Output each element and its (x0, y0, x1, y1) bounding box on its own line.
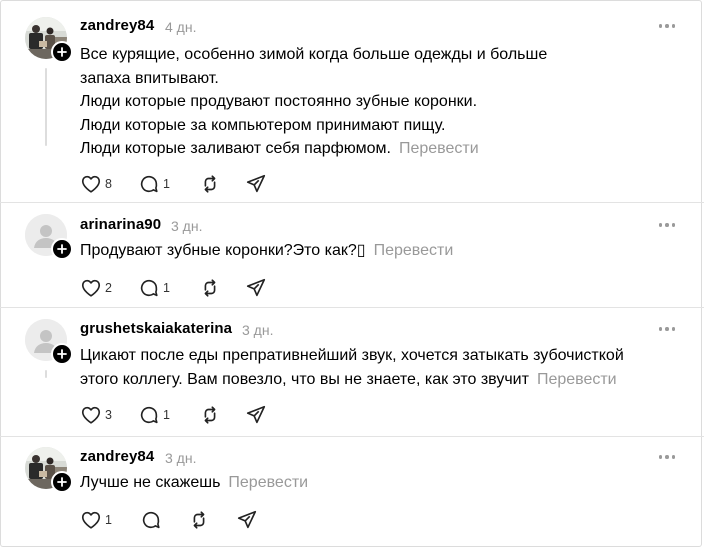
reply-count: 1 (163, 281, 170, 295)
repost-icon (193, 511, 205, 529)
text-line: Лучше не скажешь (80, 474, 221, 491)
heart-icon (81, 279, 101, 297)
text-line: запаха впитывают. (80, 69, 219, 87)
repost-icon (204, 279, 216, 297)
heart-icon (81, 175, 101, 193)
share-button[interactable] (236, 508, 258, 532)
repost-icon (204, 406, 216, 424)
reply-button[interactable]: 1 (138, 172, 170, 196)
post-2: arinarina90 3 дн. Продувают зубные корон… (0, 203, 704, 306)
send-icon (237, 510, 257, 529)
share-button[interactable] (245, 276, 267, 300)
username[interactable]: zandrey84 (80, 17, 154, 34)
like-button[interactable]: 2 (80, 276, 112, 300)
repost-button[interactable] (199, 276, 221, 300)
text-line: Продувают зубные коронки?Это как?▯ (80, 242, 366, 259)
comment-icon (142, 511, 160, 529)
post-1: zandrey84 4 дн. Все курящие, особенно зи… (0, 0, 704, 202)
more-options-icon[interactable] (656, 321, 678, 337)
post-time[interactable]: 3 дн. (171, 218, 202, 234)
like-count: 2 (105, 281, 112, 295)
post-time[interactable]: 4 дн. (165, 19, 196, 35)
translate-link[interactable]: Перевести (399, 140, 479, 157)
username[interactable]: grushetskaiakaterina (80, 320, 232, 337)
translate-link[interactable]: Перевести (374, 242, 454, 259)
send-icon (246, 278, 266, 297)
text-line: Люди которые продувают постоянно зубные … (80, 93, 478, 110)
like-button[interactable]: 1 (80, 508, 112, 532)
follow-plus-icon[interactable] (51, 238, 73, 260)
heart-icon (81, 406, 101, 424)
like-count: 1 (105, 513, 112, 527)
reply-count: 1 (163, 408, 170, 422)
text-line: Цикают после еды препративнейший звук, х… (80, 347, 624, 364)
text-line: Люди которые за компьютером принимают пи… (80, 116, 446, 134)
reply-count: 1 (163, 177, 170, 191)
like-count: 8 (105, 177, 112, 191)
translate-link[interactable]: Перевести (228, 474, 308, 491)
like-button[interactable]: 8 (80, 172, 112, 196)
send-icon (246, 174, 266, 193)
reply-button[interactable]: 1 (138, 276, 170, 300)
thread-line (45, 68, 47, 146)
thread-line (45, 370, 47, 378)
post-text: Все курящие, особенно зимой когда больше… (80, 43, 680, 161)
more-options-icon[interactable] (656, 449, 678, 465)
follow-plus-icon[interactable] (51, 343, 73, 365)
more-options-icon[interactable] (656, 18, 678, 34)
post-text: Продувают зубные коронки?Это как?▯ Переве… (80, 239, 680, 263)
reply-button[interactable] (140, 508, 162, 532)
comment-icon (140, 279, 158, 297)
share-button[interactable] (245, 172, 267, 196)
follow-plus-icon[interactable] (51, 41, 73, 63)
post-time[interactable]: 3 дн. (165, 450, 196, 466)
reply-button[interactable]: 1 (138, 403, 170, 427)
post-4: zandrey84 3 дн. Лучше не скажешь Перевест… (0, 437, 704, 547)
send-icon (246, 405, 266, 424)
repost-button[interactable] (199, 172, 221, 196)
repost-icon (204, 175, 216, 193)
text-line: Все курящие, особенно зимой когда больше… (80, 46, 548, 63)
follow-plus-icon[interactable] (51, 471, 73, 493)
share-button[interactable] (245, 403, 267, 427)
like-count: 3 (105, 408, 112, 422)
repost-button[interactable] (188, 508, 210, 532)
post-time[interactable]: 3 дн. (242, 322, 273, 338)
username[interactable]: arinarina90 (80, 216, 161, 233)
post-text: Лучше не скажешь Перевести (80, 471, 680, 495)
heart-icon (81, 511, 101, 529)
post-3: grushetskaiakaterina 3 дн. Цикают после … (0, 308, 704, 436)
comment-icon (140, 406, 158, 424)
text-line: этого коллегу. Вам повезло, что вы не зн… (80, 370, 529, 388)
text-line: Люди которые заливают себя парфюмом. (80, 140, 391, 157)
translate-link[interactable]: Перевести (537, 371, 617, 388)
username[interactable]: zandrey84 (80, 448, 154, 465)
more-options-icon[interactable] (656, 217, 678, 233)
post-text: Цикают после еды препративнейший звук, х… (80, 344, 680, 391)
comment-icon (140, 175, 158, 193)
like-button[interactable]: 3 (80, 403, 112, 427)
repost-button[interactable] (199, 403, 221, 427)
